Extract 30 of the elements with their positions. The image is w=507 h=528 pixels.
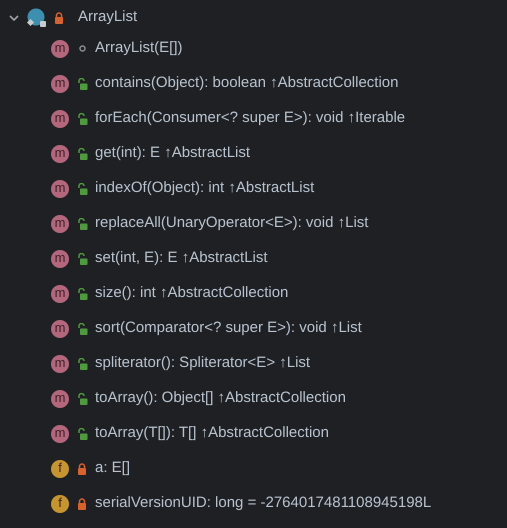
method-icon: m xyxy=(51,320,69,338)
method-label[interactable]: replaceAll(UnaryOperator<E>): void ↑List xyxy=(95,212,368,235)
method-icon: m xyxy=(51,40,69,58)
method-label[interactable]: get(int): E ↑AbstractList xyxy=(95,142,250,165)
method-icon: m xyxy=(51,250,69,268)
method-icon: m xyxy=(51,390,69,408)
method-label[interactable]: toArray(T[]): T[] ↑AbstractCollection xyxy=(95,422,329,445)
class-icon xyxy=(26,8,48,28)
field-label[interactable]: serialVersionUID: long = -2764017481108945198L xyxy=(95,492,432,515)
method-label[interactable]: contains(Object): boolean ↑AbstractCollection xyxy=(95,72,398,95)
method-label[interactable]: spliterator(): Spliterator<E> ↑List xyxy=(95,352,310,375)
method-icon: m xyxy=(51,284,69,302)
method-label[interactable]: sort(Comparator<? super E>): void ↑List xyxy=(95,317,362,340)
method-icon: m xyxy=(51,180,69,198)
method-label[interactable]: ArrayList(E[]) xyxy=(95,37,183,60)
method-label[interactable]: toArray(): Object[] ↑AbstractCollection xyxy=(95,387,346,410)
field-icon: f xyxy=(51,494,69,512)
method-label[interactable]: set(int, E): E ↑AbstractList xyxy=(95,247,268,270)
class-name[interactable]: ArrayList xyxy=(78,6,138,29)
method-label[interactable]: forEach(Consumer<? super E>): void ↑Iterable xyxy=(95,107,406,130)
method-icon: m xyxy=(51,74,69,92)
method-icon: m xyxy=(51,424,69,442)
method-icon: m xyxy=(51,144,69,162)
method-icon: m xyxy=(51,214,69,232)
method-label[interactable]: indexOf(Object): int ↑AbstractList xyxy=(95,177,314,200)
field-label[interactable]: a: E[] xyxy=(95,457,130,480)
method-label[interactable]: size(): int ↑AbstractCollection xyxy=(95,282,288,305)
method-icon: m xyxy=(51,110,69,128)
method-icon: m xyxy=(51,354,69,372)
field-icon: f xyxy=(51,460,69,478)
